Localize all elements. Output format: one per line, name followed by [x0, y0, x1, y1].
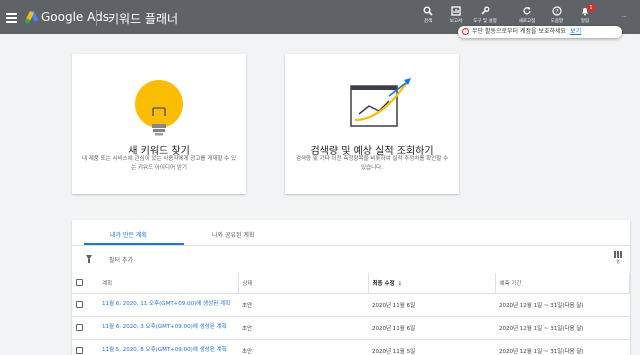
menu-icon[interactable] [6, 13, 17, 25]
plans-panel: 내가 만든 계획 나와 공유된 계획 필터 추가 열 계획 상태 최종 수정 ↓ … [72, 220, 630, 355]
reports-button-label: 보고서 [449, 19, 463, 24]
page-title: 키워드 플래너 [108, 12, 179, 26]
plan-status: 초안 [238, 293, 368, 317]
column-header-modified[interactable]: 최종 수정 ↓ [368, 273, 496, 294]
forecast-card[interactable]: 검색량 및 예상 실적 조회하기 검색량 및 기타 이전 측정항목을 비롯하여 … [285, 54, 459, 194]
warning-icon: ! [462, 28, 469, 35]
add-filter-button[interactable]: 필터 추가 [109, 255, 133, 264]
select-all-cell [72, 273, 98, 294]
plan-period: 2020년 12월 1일 ~ 31일(다음 달) [495, 339, 630, 355]
plan-period: 2020년 12월 1일 ~ 31일(다음 달) [495, 293, 630, 317]
reports-button[interactable]: 보고서 [443, 6, 469, 24]
select-all-checkbox[interactable] [76, 279, 83, 287]
google-ads-logo [25, 11, 39, 24]
security-notice-link[interactable]: 보기 [570, 28, 581, 35]
find-keywords-card[interactable]: 새 키워드 찾기 내 제품 또는 서비스에 관심이 있는 사용자에게 광고를 게… [72, 54, 246, 194]
plan-status: 초안 [238, 339, 368, 355]
search-button[interactable]: 검색 [415, 6, 441, 24]
row-checkbox[interactable] [76, 324, 83, 331]
plans-tabs: 내가 만든 계획 나와 공유된 계획 [72, 220, 630, 246]
lightbulb-icon [135, 80, 183, 136]
plan-status: 초안 [238, 316, 368, 340]
trend-chart-icon [350, 78, 411, 127]
row-checkbox[interactable] [76, 301, 83, 308]
filter-icon[interactable] [86, 255, 92, 263]
refresh-button[interactable]: 새로고침 [514, 6, 540, 24]
plan-period: 2020년 12월 1일 ~ 31일(다음 달) [495, 316, 630, 340]
row-checkbox[interactable] [76, 347, 83, 354]
plan-name-link[interactable]: 11월 5, 2020, 8 오후(GMT+09:00)에 생성된 계획 [98, 339, 238, 355]
plans-table: 계획 상태 최종 수정 ↓ 예측 기간 11월 6, 2020, 11 오후(GM… [72, 273, 630, 355]
search-button-label: 검색 [423, 19, 433, 24]
column-header-period[interactable]: 예측 기간 [495, 273, 630, 294]
security-notice-text: 무단 활동으로부터 계정을 보호하세요 [472, 28, 567, 35]
refresh-icon [523, 7, 531, 15]
table-row[interactable]: 11월 6, 2020, 3 오후(GMT+09:00)에 생성된 계획 초안 … [72, 316, 630, 340]
sort-down-icon: ↓ [397, 280, 403, 287]
column-header-status[interactable]: 상태 [238, 273, 369, 294]
row-select-cell [72, 316, 98, 340]
search-icon [423, 6, 433, 16]
card-description: 검색량 및 기타 이전 측정항목을 비롯하여 실적 추정치를 확인할 수 있습니… [295, 156, 449, 171]
account-menu[interactable]: ... [622, 13, 627, 19]
columns-icon [614, 251, 622, 258]
notifications-button-label: 알림 [580, 19, 590, 24]
help-icon: ? [552, 6, 562, 16]
plan-name-link[interactable]: 11월 6, 2020, 3 오후(GMT+09:00)에 생성된 계획 [98, 316, 238, 340]
plan-modified: 2020년 11월 6일 [368, 316, 495, 340]
table-row[interactable]: 11월 6, 2020, 11 오후(GMT+09:00)에 생성된 계획 초안… [72, 293, 630, 317]
notification-count-badge: 1 [587, 4, 595, 12]
plan-modified: 2020년 11월 6일 [368, 293, 495, 317]
svg-text:?: ? [555, 8, 558, 15]
filter-bar: 필터 추가 열 [72, 247, 630, 271]
row-select-cell [72, 293, 98, 317]
brand-name: Google Ads [41, 10, 109, 24]
refresh-button-label: 새로고침 [518, 19, 536, 24]
help-button-label: 도움말 [550, 19, 564, 24]
tools-button-label: 도구 및 설정 [473, 19, 497, 24]
tools-button[interactable]: 도구 및 설정 [472, 6, 498, 24]
row-select-cell [72, 339, 98, 355]
reports-icon [451, 6, 461, 16]
notifications-button[interactable]: 1 알림 [572, 4, 598, 24]
table-row[interactable]: 11월 5, 2020, 8 오후(GMT+09:00)에 생성된 계획 초안 … [72, 339, 630, 355]
active-tab-indicator [84, 243, 184, 245]
tab-shared-plans[interactable]: 나와 공유된 계획 [212, 230, 254, 239]
security-notice: ! 무단 활동으로부터 계정을 보호하세요 보기 [458, 26, 622, 38]
card-description: 내 제품 또는 서비스에 관심이 있는 사용자에게 광고를 게재할 수 있는 키… [81, 156, 237, 171]
table-header-row: 계획 상태 최종 수정 ↓ 예측 기간 [72, 273, 630, 294]
columns-button-label: 열 [616, 259, 620, 264]
plan-name-link[interactable]: 11월 6, 2020, 11 오후(GMT+09:00)에 생성된 계획 [98, 293, 238, 317]
help-button[interactable]: ? 도움말 [544, 6, 570, 24]
tab-my-plans[interactable]: 내가 만든 계획 [110, 230, 147, 239]
plan-modified: 2020년 11월 5일 [368, 339, 495, 355]
header-divider [96, 10, 97, 26]
column-header-modified-label: 최종 수정 [372, 280, 395, 287]
column-header-plan[interactable]: 계획 [98, 273, 239, 294]
columns-button[interactable]: 열 [612, 251, 624, 265]
wrench-icon [481, 6, 490, 15]
